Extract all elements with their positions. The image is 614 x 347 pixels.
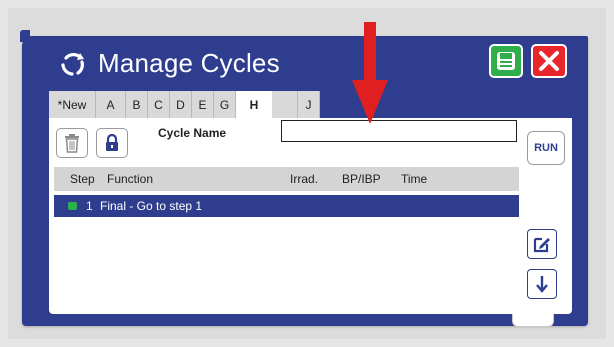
run-button[interactable]: RUN bbox=[527, 131, 565, 165]
header-function: Function bbox=[107, 172, 154, 186]
move-down-button[interactable] bbox=[527, 269, 557, 299]
tab-hidden[interactable] bbox=[272, 91, 298, 118]
tab-new[interactable]: *New bbox=[49, 91, 96, 118]
panel-scroll-tab bbox=[512, 314, 554, 327]
header-step: Step bbox=[70, 172, 95, 186]
tab-c[interactable]: C bbox=[148, 91, 170, 118]
steps-table-header: Step Function Irrad. BP/IBP Time bbox=[54, 167, 519, 191]
header-irrad: Irrad. bbox=[290, 172, 319, 186]
tab-e[interactable]: E bbox=[192, 91, 214, 118]
tab-j[interactable]: J bbox=[298, 91, 320, 118]
row-step: 1 bbox=[86, 199, 93, 213]
edit-step-button[interactable] bbox=[527, 229, 557, 259]
close-icon bbox=[539, 51, 559, 71]
tab-b[interactable]: B bbox=[126, 91, 148, 118]
trash-icon bbox=[65, 134, 79, 153]
cycle-name-input[interactable] bbox=[281, 120, 517, 142]
lock-button[interactable] bbox=[96, 128, 128, 158]
cycle-icon bbox=[61, 52, 84, 76]
tab-a[interactable]: A bbox=[96, 91, 126, 118]
tab-d[interactable]: D bbox=[170, 91, 192, 118]
save-button[interactable] bbox=[489, 44, 523, 78]
row-function: Final - Go to step 1 bbox=[100, 199, 203, 213]
delete-button[interactable] bbox=[56, 128, 88, 158]
close-button[interactable] bbox=[531, 44, 567, 78]
window-title: Manage Cycles bbox=[58, 48, 280, 79]
header-time: Time bbox=[401, 172, 428, 186]
cycle-tabs: *New A B C D E G H J bbox=[49, 91, 320, 118]
tab-g[interactable]: G bbox=[214, 91, 236, 118]
step-status-icon bbox=[68, 202, 77, 210]
save-icon bbox=[497, 52, 515, 70]
lock-icon bbox=[106, 134, 118, 151]
arrow-down-icon bbox=[536, 276, 548, 293]
window-title-text: Manage Cycles bbox=[98, 48, 280, 78]
cycle-name-label: Cycle Name bbox=[158, 126, 227, 140]
annotation-arrow-icon bbox=[352, 22, 388, 124]
tab-h[interactable]: H bbox=[236, 91, 272, 118]
table-row[interactable]: 1 Final - Go to step 1 bbox=[54, 195, 519, 217]
header-bp-ibp: BP/IBP bbox=[342, 172, 381, 186]
edit-icon bbox=[533, 237, 550, 253]
